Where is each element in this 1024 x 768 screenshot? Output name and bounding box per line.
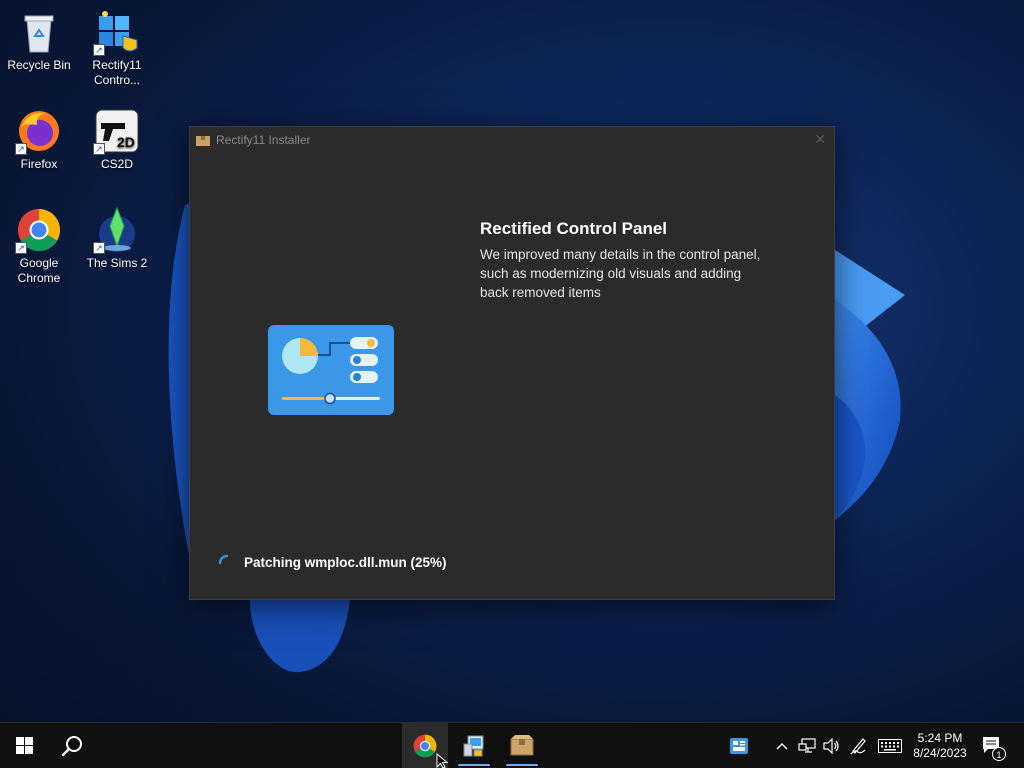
running-indicator <box>458 764 490 766</box>
installer-box-icon <box>510 734 534 755</box>
search-icon <box>61 735 82 756</box>
window-title: Rectify11 Installer <box>216 133 311 147</box>
desktop-icon-google-chrome[interactable]: ↗ Google Chrome <box>0 202 78 286</box>
recycle-bin-icon <box>15 8 63 56</box>
volume-button[interactable] <box>820 723 842 768</box>
shortcut-arrow-icon: ↗ <box>93 242 105 254</box>
notification-count-badge: 1 <box>992 747 1006 761</box>
desktop-icon-label: Rectify11 Contro... <box>92 58 142 87</box>
clock[interactable]: 5:24 PM 8/24/2023 <box>908 723 972 768</box>
firefox-icon: ↗ <box>15 107 63 155</box>
network-icon <box>798 737 816 753</box>
installer-box-icon <box>196 136 210 146</box>
desktop-icon-label: Recycle Bin <box>7 58 71 72</box>
loading-spinner-icon <box>218 554 229 565</box>
installer-window: Rectify11 Installer ✕ Rectified Control … <box>189 126 835 600</box>
svg-text:2D: 2D <box>117 134 135 150</box>
chrome-icon <box>413 734 437 757</box>
page-description: We improved many details in the control … <box>480 247 761 300</box>
windows-logo-icon <box>15 737 33 754</box>
control-panel-illustration <box>268 325 394 415</box>
notification-center-button[interactable]: 1 <box>978 723 1008 768</box>
rectify11-control-center-icon <box>463 735 484 756</box>
volume-icon <box>823 737 839 754</box>
chrome-icon: ↗ <box>15 206 63 254</box>
taskbar-app-rectify11-control-center[interactable] <box>452 723 496 768</box>
desktop-icon-label: CS2D <box>100 157 133 171</box>
desktop-icon-label: Google Chrome <box>17 256 61 285</box>
desktop-icon-rectify11-control[interactable]: ↗ Rectify11 Contro... <box>78 4 156 88</box>
shortcut-arrow-icon: ↗ <box>93 143 105 155</box>
desktop-icon-recycle-bin[interactable]: Recycle Bin <box>0 4 78 73</box>
shortcut-arrow-icon: ↗ <box>93 44 105 56</box>
touch-keyboard-button[interactable] <box>876 723 904 768</box>
desktop-icon-firefox[interactable]: ↗ Firefox <box>0 103 78 172</box>
desktop-icon-label: Firefox <box>20 157 58 171</box>
search-button[interactable] <box>48 723 96 768</box>
desktop-icon-label: The Sims 2 <box>86 256 148 270</box>
close-button[interactable]: ✕ <box>814 131 826 148</box>
keyboard-icon <box>878 738 902 753</box>
clock-time: 5:24 PM <box>917 730 963 745</box>
rectify11-control-center-icon: ↗ <box>93 8 141 56</box>
taskbar-app-installer[interactable] <box>500 723 544 768</box>
network-button[interactable] <box>796 723 818 768</box>
desktop-icon-the-sims-2[interactable]: ↗ The Sims 2 <box>78 202 156 271</box>
page-heading: Rectified Control Panel <box>480 219 668 238</box>
cs2d-icon: 2D ↗ <box>93 107 141 155</box>
progress-status: Patching wmploc.dll.mun (25%) <box>244 555 447 570</box>
mouse-cursor-icon <box>436 753 449 768</box>
window-titlebar[interactable]: Rectify11 Installer ✕ <box>190 127 834 153</box>
pen-menu-button[interactable] <box>846 723 870 768</box>
widgets-button[interactable] <box>724 723 754 768</box>
widgets-icon <box>730 737 748 754</box>
clock-date: 8/24/2023 <box>913 745 967 760</box>
shortcut-arrow-icon: ↗ <box>15 242 27 254</box>
the-sims-2-icon: ↗ <box>93 206 141 254</box>
pen-icon <box>850 737 866 754</box>
show-hidden-icons-button[interactable] <box>772 723 792 768</box>
chevron-up-icon <box>776 742 788 749</box>
taskbar: 5:24 PM 8/24/2023 1 <box>0 722 1024 768</box>
desktop-icon-cs2d[interactable]: 2D ↗ CS2D <box>78 103 156 172</box>
start-button[interactable] <box>0 723 48 768</box>
running-indicator <box>506 764 538 766</box>
shortcut-arrow-icon: ↗ <box>15 143 27 155</box>
